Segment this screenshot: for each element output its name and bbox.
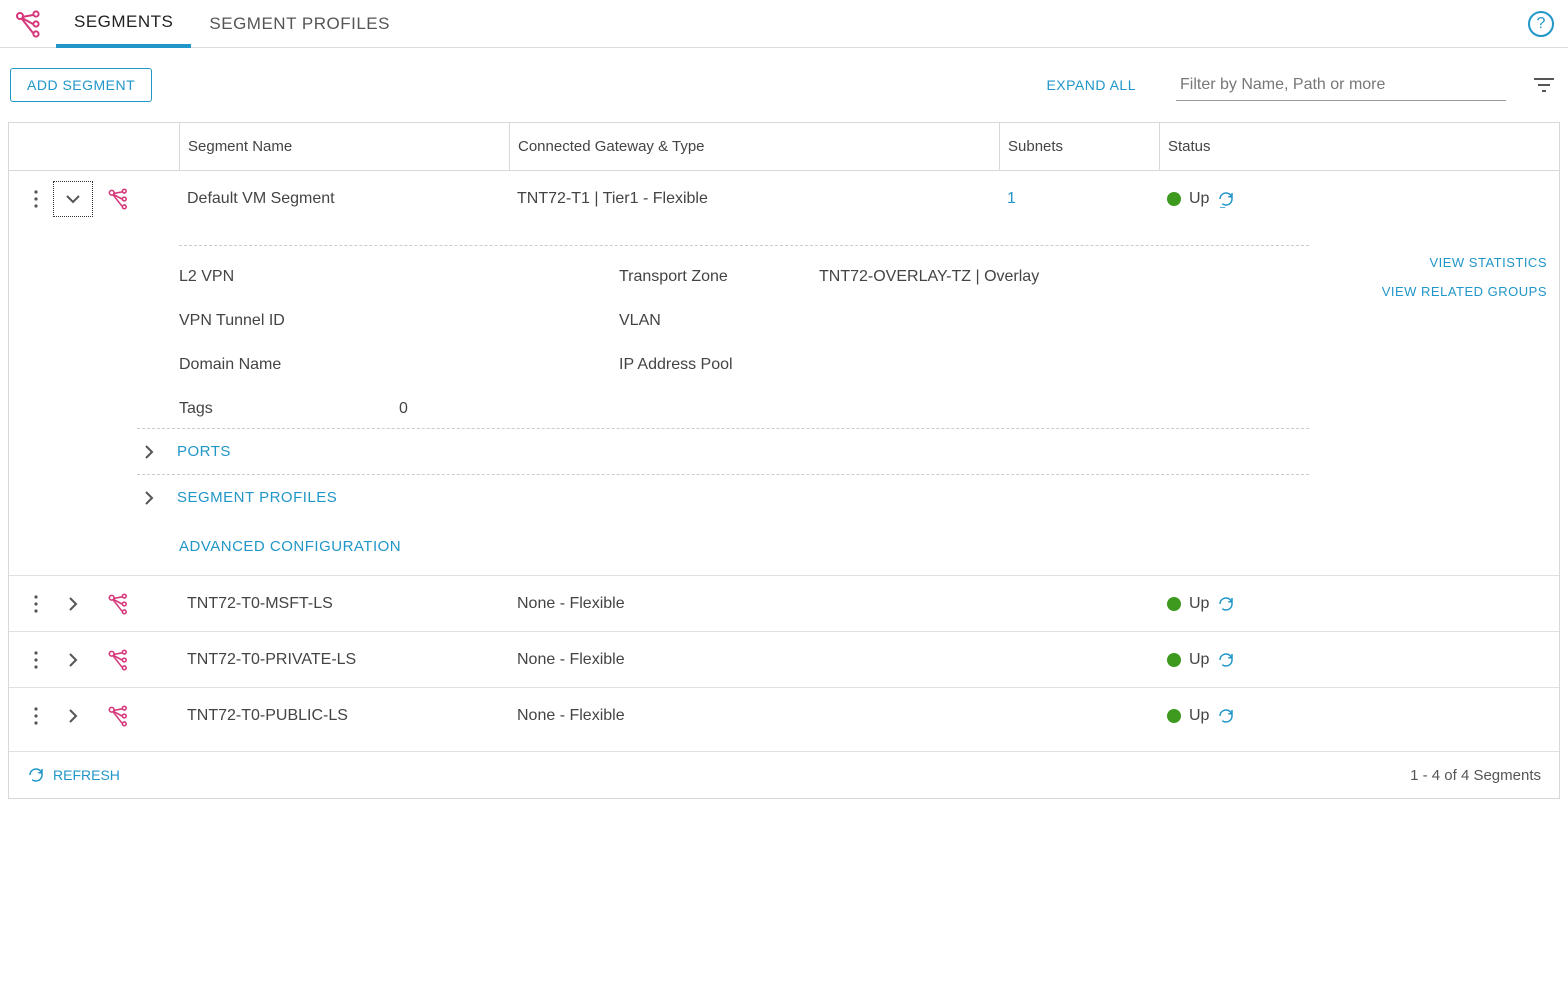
status-dot-icon [1167, 653, 1181, 667]
refresh-status-icon[interactable] [1217, 651, 1235, 669]
toolbar: ADD SEGMENT EXPAND ALL [0, 48, 1568, 122]
status-text: Up [1189, 707, 1209, 725]
expand-toggle[interactable] [53, 652, 93, 668]
table-row: TNT72-T0-PUBLIC-LS None - Flexible Up [9, 687, 1559, 743]
ports-link[interactable]: PORTS [177, 443, 231, 460]
help-icon[interactable]: ? [1528, 11, 1554, 37]
status-dot-icon [1167, 597, 1181, 611]
segment-name: TNT72-T0-MSFT-LS [179, 595, 509, 613]
transport-zone-value: TNT72-OVERLAY-TZ | Overlay [819, 268, 1309, 286]
segments-table: Segment Name Connected Gateway & Type Su… [8, 122, 1560, 799]
ip-pool-value [819, 356, 1309, 374]
ip-pool-label: IP Address Pool [619, 356, 819, 374]
refresh-status-icon[interactable] [1217, 707, 1235, 725]
tabs-bar: SEGMENTS SEGMENT PROFILES ? [0, 0, 1568, 48]
more-actions-icon[interactable] [33, 650, 39, 670]
segment-gateway: TNT72-T1 | Tier1 - Flexible [509, 190, 999, 208]
segment-name: Default VM Segment [179, 190, 509, 208]
more-actions-icon[interactable] [33, 189, 39, 209]
segment-gateway: None - Flexible [509, 651, 999, 669]
col-status: Status [1159, 123, 1559, 170]
col-segment-name: Segment Name [179, 123, 509, 170]
filter-icon[interactable] [1532, 76, 1556, 94]
chevron-right-icon[interactable] [137, 444, 161, 460]
refresh-status-icon[interactable] [1217, 595, 1235, 613]
advanced-configuration-link[interactable]: ADVANCED CONFIGURATION [179, 538, 401, 555]
status-dot-icon [1167, 192, 1181, 206]
add-segment-button[interactable]: ADD SEGMENT [10, 68, 152, 102]
status-text: Up [1189, 595, 1209, 613]
segment-type-icon [107, 593, 129, 615]
view-statistics-link[interactable]: VIEW STATISTICS [1349, 255, 1547, 270]
more-actions-icon[interactable] [33, 706, 39, 726]
table-row: TNT72-T0-MSFT-LS None - Flexible Up [9, 575, 1559, 631]
expand-all-link[interactable]: EXPAND ALL [1046, 77, 1136, 93]
tab-segment-profiles[interactable]: SEGMENT PROFILES [191, 0, 408, 47]
status-text: Up [1189, 651, 1209, 669]
row-count: 1 - 4 of 4 Segments [1410, 767, 1541, 784]
segment-gateway: None - Flexible [509, 595, 999, 613]
vpn-tunnel-id-value [399, 312, 619, 330]
segment-subnets-link[interactable]: 1 [999, 190, 1159, 208]
segment-gateway: None - Flexible [509, 707, 999, 725]
segments-logo-icon [14, 10, 42, 38]
segment-name: TNT72-T0-PRIVATE-LS [179, 651, 509, 669]
table-header: Segment Name Connected Gateway & Type Su… [9, 123, 1559, 171]
more-actions-icon[interactable] [33, 594, 39, 614]
expanded-details: L2 VPN Transport Zone TNT72-OVERLAY-TZ |… [9, 227, 1559, 428]
table-row: TNT72-T0-PRIVATE-LS None - Flexible Up [9, 631, 1559, 687]
refresh-button[interactable]: REFRESH [27, 766, 120, 784]
segment-name: TNT72-T0-PUBLIC-LS [179, 707, 509, 725]
tab-segments[interactable]: SEGMENTS [56, 1, 191, 48]
expand-toggle[interactable] [53, 596, 93, 612]
segment-type-icon [107, 705, 129, 727]
col-gateway: Connected Gateway & Type [509, 123, 999, 170]
l2vpn-value [399, 268, 619, 286]
tags-value: 0 [399, 400, 619, 418]
table-row: Default VM Segment TNT72-T1 | Tier1 - Fl… [9, 171, 1559, 575]
vlan-value [819, 312, 1309, 330]
vpn-tunnel-id-label: VPN Tunnel ID [179, 312, 399, 330]
segment-type-icon [107, 188, 129, 210]
l2vpn-label: L2 VPN [179, 268, 399, 286]
tags-label: Tags [179, 400, 399, 418]
expand-toggle[interactable] [53, 181, 93, 217]
domain-name-value [399, 356, 619, 374]
refresh-label: REFRESH [53, 767, 120, 783]
table-footer: REFRESH 1 - 4 of 4 Segments [9, 751, 1559, 798]
status-text: Up [1189, 190, 1209, 208]
transport-zone-label: Transport Zone [619, 268, 819, 286]
domain-name-label: Domain Name [179, 356, 399, 374]
ports-section: PORTS [137, 428, 1309, 474]
col-subnets: Subnets [999, 123, 1159, 170]
segment-profiles-link[interactable]: SEGMENT PROFILES [177, 489, 337, 506]
segment-profiles-section: SEGMENT PROFILES [137, 474, 1309, 520]
expand-toggle[interactable] [53, 708, 93, 724]
view-related-groups-link[interactable]: VIEW RELATED GROUPS [1349, 284, 1547, 299]
status-dot-icon [1167, 709, 1181, 723]
filter-input[interactable] [1176, 70, 1506, 101]
refresh-status-icon[interactable] [1217, 190, 1235, 208]
chevron-right-icon[interactable] [137, 490, 161, 506]
vlan-label: VLAN [619, 312, 819, 330]
segment-type-icon [107, 649, 129, 671]
